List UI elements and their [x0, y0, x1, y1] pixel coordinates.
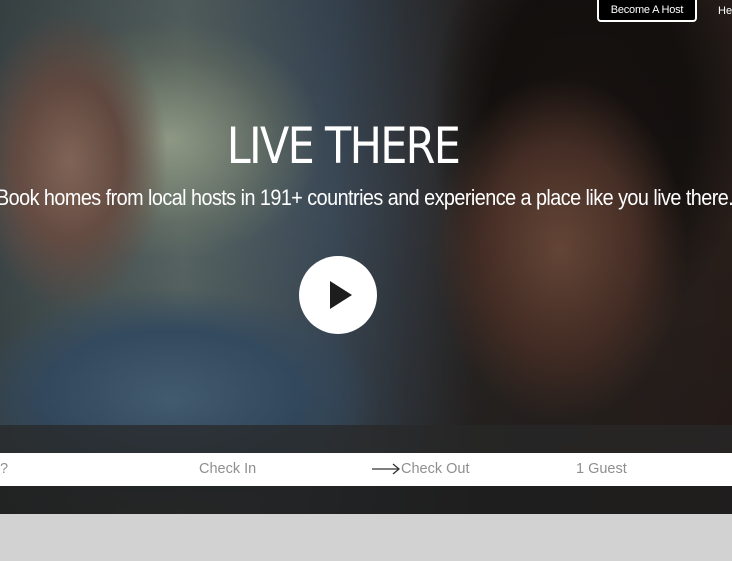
help-link[interactable]: Hel — [718, 0, 732, 22]
page-footer-area — [0, 514, 732, 561]
search-bar: ? Check In Check Out 1 Guest — [0, 453, 732, 486]
become-host-button[interactable]: Become A Host — [597, 0, 697, 22]
play-icon — [330, 281, 352, 309]
check-in-field[interactable]: Check In — [199, 453, 256, 486]
guests-select[interactable]: 1 Guest — [576, 453, 627, 486]
arrow-right-icon — [372, 463, 400, 475]
search-bar-top-band — [0, 425, 732, 453]
hero-title: LIVE THERE — [226, 117, 461, 175]
hero-subtitle: Book homes from local hosts in 191+ coun… — [0, 185, 732, 210]
check-out-field[interactable]: Check Out — [401, 453, 470, 486]
play-video-button[interactable] — [299, 256, 377, 334]
hero-video-background: Become A Host Hel LIVE THERE Book homes … — [0, 0, 732, 514]
search-bar-bottom-band — [0, 486, 732, 514]
location-input[interactable]: ? — [0, 453, 8, 486]
